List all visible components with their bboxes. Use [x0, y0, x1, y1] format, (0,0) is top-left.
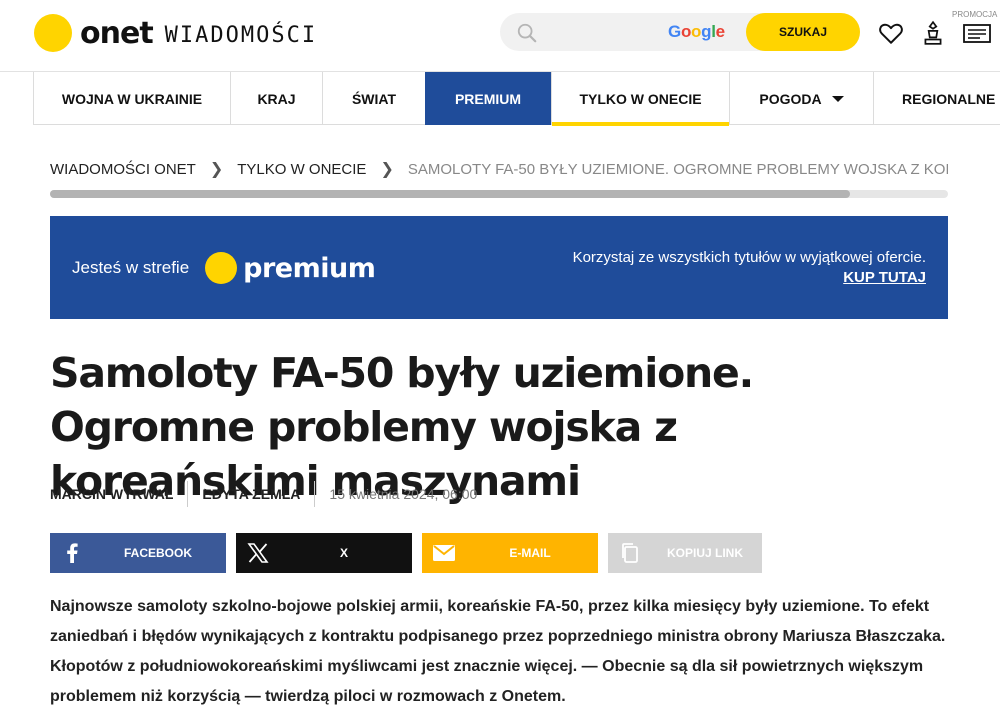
chevron-right-icon: ❯: [380, 161, 394, 178]
chevron-down-icon: [831, 95, 844, 102]
article-meta: MARCIN WYRWAŁ EDYTA ŻEMŁA 15 kwietnia 20…: [50, 480, 477, 508]
share-x-button[interactable]: X: [236, 533, 412, 573]
newspaper-icon[interactable]: [962, 20, 992, 46]
share-email-button[interactable]: E-MAIL: [422, 533, 598, 573]
share-bar: FACEBOOK X E-MAIL KOPIUJ LINK: [50, 533, 772, 573]
premium-brand: premium: [243, 252, 376, 284]
premium-offer-text: Korzystaj ze wszystkich tytułów w wyjątk…: [572, 249, 926, 266]
premium-dot-icon: [205, 252, 238, 284]
chevron-right-icon: ❯: [209, 161, 224, 178]
onet-logo[interactable]: onet WIADOMOŚCI: [34, 13, 317, 53]
logo-section: WIADOMOŚCI: [164, 22, 318, 48]
search-button[interactable]: SZUKAJ: [746, 13, 860, 51]
main-nav: WOJNA W UKRAINIE KRAJ ŚWIAT PREMIUM TYLK…: [33, 72, 1000, 126]
nav-item-wojna-w-ukrainie[interactable]: WOJNA W UKRAINIE: [33, 72, 230, 125]
logo-dot-icon: [34, 14, 72, 52]
copy-icon: [622, 543, 638, 563]
nav-item-premium[interactable]: PREMIUM: [425, 72, 551, 125]
breadcrumb: WIADOMOŚCI ONET ❯ TYLKO W ONECIE ❯ SAMOL…: [50, 158, 948, 180]
search-icon: [517, 23, 537, 43]
article-lead: Najnowsze samoloty szkolno-bojowe polski…: [50, 598, 946, 705]
nav-item-pogoda-label: POGODA: [759, 90, 822, 107]
nav-item-regionalne[interactable]: REGIONALNE: [873, 72, 1000, 125]
scrollbar-thumb[interactable]: [50, 190, 850, 198]
meta-divider: [314, 481, 316, 507]
nav-item-kraj[interactable]: KRAJ: [230, 72, 322, 125]
premium-zone: Jesteś w strefie premium: [72, 252, 376, 284]
heart-icon[interactable]: [878, 20, 904, 46]
copy-link-label: KOPIUJ LINK: [666, 546, 743, 560]
mail-icon: [433, 545, 455, 561]
author-link[interactable]: MARCIN WYRWAŁ: [50, 486, 173, 502]
buy-here-link[interactable]: KUP TUTAJ: [573, 269, 926, 286]
breadcrumb-item-current: SAMOLOTY FA-50 BYŁY UZIEMIONE. OGROMNE P…: [407, 160, 948, 178]
x-logo-icon: [247, 543, 269, 563]
nav-item-swiat[interactable]: ŚWIAT: [322, 72, 425, 125]
promo-label: PROMOCJA: [952, 10, 998, 19]
search-bar[interactable]: Google SZUKAJ: [500, 13, 860, 51]
meta-divider: [187, 481, 189, 507]
publish-date: 15 kwietnia 2024, 06:00: [329, 486, 478, 502]
author-link[interactable]: EDYTA ŻEMŁA: [202, 486, 300, 502]
site-header: onet WIADOMOŚCI Google SZUKAJ PROMOCJA: [0, 0, 1000, 72]
nav-item-tylko-w-onecie[interactable]: TYLKO W ONECIE: [551, 72, 729, 126]
horoscope-icon[interactable]: [920, 20, 946, 46]
share-x-label: X: [339, 546, 348, 560]
share-email-label: E-MAIL: [509, 546, 551, 560]
share-facebook-label: FACEBOOK: [123, 546, 192, 560]
breadcrumb-item-home[interactable]: WIADOMOŚCI ONET: [50, 161, 196, 178]
copy-link-button[interactable]: KOPIUJ LINK: [608, 533, 762, 573]
share-facebook-button[interactable]: FACEBOOK: [50, 533, 226, 573]
nav-item-pogoda[interactable]: POGODA: [729, 72, 873, 125]
premium-offer: Korzystaj ze wszystkich tytułów w wyjątk…: [573, 249, 926, 286]
breadcrumb-item-section[interactable]: TYLKO W ONECIE: [237, 161, 366, 178]
premium-zone-text: Jesteś w strefie: [72, 258, 190, 277]
facebook-icon: [67, 543, 78, 563]
breadcrumb-scrollbar[interactable]: [50, 190, 948, 198]
google-label: Google: [668, 22, 725, 41]
premium-banner[interactable]: Jesteś w strefie premium Korzystaj ze ws…: [50, 216, 948, 319]
logo-text: onet: [80, 15, 154, 51]
